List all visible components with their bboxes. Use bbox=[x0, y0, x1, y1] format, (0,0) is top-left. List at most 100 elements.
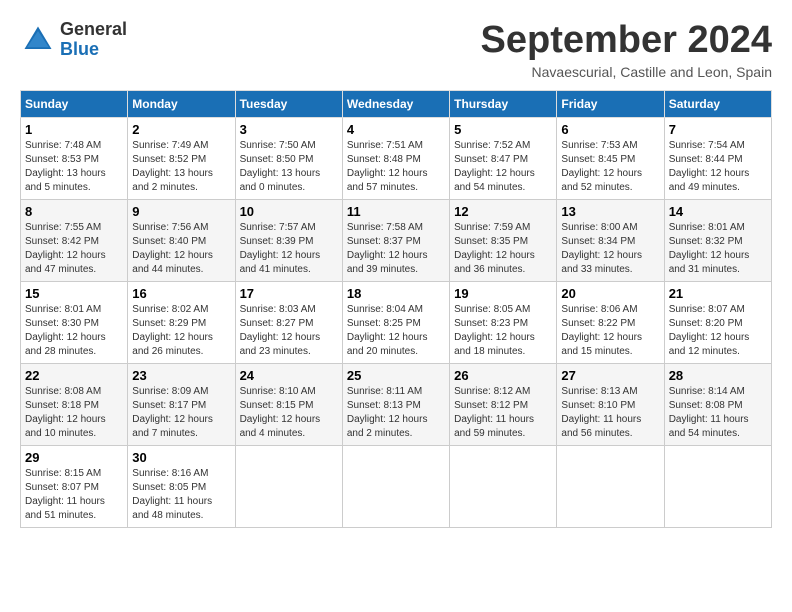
calendar-cell: 25 Sunrise: 8:11 AMSunset: 8:13 PMDayligh… bbox=[342, 363, 449, 445]
title-block: September 2024 Navaescurial, Castille an… bbox=[481, 20, 773, 80]
calendar-cell: 10Sunrise: 7:57 AMSunset: 8:39 PMDayligh… bbox=[235, 199, 342, 281]
col-monday: Monday bbox=[128, 90, 235, 117]
calendar-cell: 22 Sunrise: 8:08 AMSunset: 8:18 PMDayligh… bbox=[21, 363, 128, 445]
day-info: Sunrise: 7:55 AMSunset: 8:42 PMDaylight:… bbox=[25, 221, 123, 277]
day-number: 1 bbox=[25, 122, 123, 137]
calendar-week-3: 15 Sunrise: 8:01 AMSunset: 8:30 PMDayligh… bbox=[21, 281, 772, 363]
calendar-cell: 9 Sunrise: 7:56 AMSunset: 8:40 PMDaylight… bbox=[128, 199, 235, 281]
day-number: 11 bbox=[347, 204, 445, 219]
day-number: 27 bbox=[561, 368, 659, 383]
calendar-cell: 11 Sunrise: 7:58 AMSunset: 8:37 PMDayligh… bbox=[342, 199, 449, 281]
location: Navaescurial, Castille and Leon, Spain bbox=[481, 64, 773, 80]
day-number: 25 bbox=[347, 368, 445, 383]
day-info: Sunrise: 8:12 AMSunset: 8:12 PMDaylight:… bbox=[454, 385, 552, 441]
calendar-cell: 13 Sunrise: 8:00 AMSunset: 8:34 PMDayligh… bbox=[557, 199, 664, 281]
calendar-cell: 7 Sunrise: 7:54 AMSunset: 8:44 PMDaylight… bbox=[664, 117, 771, 199]
header-row: Sunday Monday Tuesday Wednesday Thursday… bbox=[21, 90, 772, 117]
day-info: Sunrise: 8:14 AMSunset: 8:08 PMDaylight:… bbox=[669, 385, 767, 441]
calendar-cell: 30 Sunrise: 8:16 AMSunset: 8:05 PMDayligh… bbox=[128, 445, 235, 527]
calendar-week-4: 22 Sunrise: 8:08 AMSunset: 8:18 PMDayligh… bbox=[21, 363, 772, 445]
day-info: Sunrise: 8:07 AMSunset: 8:20 PMDaylight:… bbox=[669, 303, 767, 359]
calendar-cell bbox=[235, 445, 342, 527]
day-number: 13 bbox=[561, 204, 659, 219]
day-info: Sunrise: 7:48 AMSunset: 8:53 PMDaylight:… bbox=[25, 139, 123, 195]
calendar-week-2: 8 Sunrise: 7:55 AMSunset: 8:42 PMDaylight… bbox=[21, 199, 772, 281]
day-info: Sunrise: 7:49 AMSunset: 8:52 PMDaylight:… bbox=[132, 139, 230, 195]
day-info: Sunrise: 8:13 AMSunset: 8:10 PMDaylight:… bbox=[561, 385, 659, 441]
calendar-cell: 29 Sunrise: 8:15 AMSunset: 8:07 PMDayligh… bbox=[21, 445, 128, 527]
day-number: 14 bbox=[669, 204, 767, 219]
day-number: 17 bbox=[240, 286, 338, 301]
calendar-cell: 6 Sunrise: 7:53 AMSunset: 8:45 PMDaylight… bbox=[557, 117, 664, 199]
col-friday: Friday bbox=[557, 90, 664, 117]
day-number: 26 bbox=[454, 368, 552, 383]
calendar-cell: 2 Sunrise: 7:49 AMSunset: 8:52 PMDaylight… bbox=[128, 117, 235, 199]
day-info: Sunrise: 7:59 AMSunset: 8:35 PMDaylight:… bbox=[454, 221, 552, 277]
day-info: Sunrise: 8:15 AMSunset: 8:07 PMDaylight:… bbox=[25, 467, 123, 523]
day-number: 7 bbox=[669, 122, 767, 137]
col-wednesday: Wednesday bbox=[342, 90, 449, 117]
calendar-cell: 12Sunrise: 7:59 AMSunset: 8:35 PMDayligh… bbox=[450, 199, 557, 281]
calendar-cell: 14 Sunrise: 8:01 AMSunset: 8:32 PMDayligh… bbox=[664, 199, 771, 281]
day-number: 16 bbox=[132, 286, 230, 301]
day-info: Sunrise: 7:56 AMSunset: 8:40 PMDaylight:… bbox=[132, 221, 230, 277]
day-number: 15 bbox=[25, 286, 123, 301]
logo-icon bbox=[20, 22, 56, 58]
calendar-table: Sunday Monday Tuesday Wednesday Thursday… bbox=[20, 90, 772, 528]
day-number: 28 bbox=[669, 368, 767, 383]
day-info: Sunrise: 8:00 AMSunset: 8:34 PMDaylight:… bbox=[561, 221, 659, 277]
calendar-cell: 5 Sunrise: 7:52 AMSunset: 8:47 PMDaylight… bbox=[450, 117, 557, 199]
day-number: 29 bbox=[25, 450, 123, 465]
day-number: 22 bbox=[25, 368, 123, 383]
calendar-cell: 17 Sunrise: 8:03 AMSunset: 8:27 PMDayligh… bbox=[235, 281, 342, 363]
col-saturday: Saturday bbox=[664, 90, 771, 117]
day-info: Sunrise: 8:10 AMSunset: 8:15 PMDaylight:… bbox=[240, 385, 338, 441]
calendar-cell bbox=[664, 445, 771, 527]
calendar-cell: 4Sunrise: 7:51 AMSunset: 8:48 PMDaylight… bbox=[342, 117, 449, 199]
calendar-cell bbox=[557, 445, 664, 527]
page-header: General Blue September 2024 Navaescurial… bbox=[20, 20, 772, 80]
calendar-cell: 24 Sunrise: 8:10 AMSunset: 8:15 PMDayligh… bbox=[235, 363, 342, 445]
day-number: 2 bbox=[132, 122, 230, 137]
col-sunday: Sunday bbox=[21, 90, 128, 117]
calendar-cell: 18Sunrise: 8:04 AMSunset: 8:25 PMDayligh… bbox=[342, 281, 449, 363]
day-number: 21 bbox=[669, 286, 767, 301]
day-info: Sunrise: 7:53 AMSunset: 8:45 PMDaylight:… bbox=[561, 139, 659, 195]
calendar-cell: 21 Sunrise: 8:07 AMSunset: 8:20 PMDayligh… bbox=[664, 281, 771, 363]
col-tuesday: Tuesday bbox=[235, 90, 342, 117]
day-info: Sunrise: 8:01 AMSunset: 8:30 PMDaylight:… bbox=[25, 303, 123, 359]
day-info: Sunrise: 8:11 AMSunset: 8:13 PMDaylight:… bbox=[347, 385, 445, 441]
calendar-cell: 26 Sunrise: 8:12 AMSunset: 8:12 PMDayligh… bbox=[450, 363, 557, 445]
day-number: 6 bbox=[561, 122, 659, 137]
day-number: 3 bbox=[240, 122, 338, 137]
calendar-cell bbox=[450, 445, 557, 527]
calendar-week-5: 29 Sunrise: 8:15 AMSunset: 8:07 PMDayligh… bbox=[21, 445, 772, 527]
day-number: 8 bbox=[25, 204, 123, 219]
day-number: 9 bbox=[132, 204, 230, 219]
day-info: Sunrise: 8:06 AMSunset: 8:22 PMDaylight:… bbox=[561, 303, 659, 359]
calendar-cell: 3 Sunrise: 7:50 AMSunset: 8:50 PMDaylight… bbox=[235, 117, 342, 199]
day-info: Sunrise: 8:01 AMSunset: 8:32 PMDaylight:… bbox=[669, 221, 767, 277]
day-number: 30 bbox=[132, 450, 230, 465]
day-info: Sunrise: 8:16 AMSunset: 8:05 PMDaylight:… bbox=[132, 467, 230, 523]
logo-text: General Blue bbox=[60, 20, 127, 60]
day-info: Sunrise: 8:04 AMSunset: 8:25 PMDaylight:… bbox=[347, 303, 445, 359]
day-number: 24 bbox=[240, 368, 338, 383]
calendar-cell: 15 Sunrise: 8:01 AMSunset: 8:30 PMDayligh… bbox=[21, 281, 128, 363]
calendar-cell: 23Sunrise: 8:09 AMSunset: 8:17 PMDayligh… bbox=[128, 363, 235, 445]
calendar-cell: 28 Sunrise: 8:14 AMSunset: 8:08 PMDayligh… bbox=[664, 363, 771, 445]
calendar-cell bbox=[342, 445, 449, 527]
day-info: Sunrise: 7:50 AMSunset: 8:50 PMDaylight:… bbox=[240, 139, 338, 195]
day-info: Sunrise: 8:09 AMSunset: 8:17 PMDaylight:… bbox=[132, 385, 230, 441]
day-info: Sunrise: 7:58 AMSunset: 8:37 PMDaylight:… bbox=[347, 221, 445, 277]
day-info: Sunrise: 8:08 AMSunset: 8:18 PMDaylight:… bbox=[25, 385, 123, 441]
day-number: 5 bbox=[454, 122, 552, 137]
calendar-cell: 27 Sunrise: 8:13 AMSunset: 8:10 PMDayligh… bbox=[557, 363, 664, 445]
day-info: Sunrise: 7:54 AMSunset: 8:44 PMDaylight:… bbox=[669, 139, 767, 195]
col-thursday: Thursday bbox=[450, 90, 557, 117]
day-info: Sunrise: 8:03 AMSunset: 8:27 PMDaylight:… bbox=[240, 303, 338, 359]
day-info: Sunrise: 7:52 AMSunset: 8:47 PMDaylight:… bbox=[454, 139, 552, 195]
calendar-cell: 1 Sunrise: 7:48 AMSunset: 8:53 PMDaylight… bbox=[21, 117, 128, 199]
day-number: 10 bbox=[240, 204, 338, 219]
day-number: 20 bbox=[561, 286, 659, 301]
